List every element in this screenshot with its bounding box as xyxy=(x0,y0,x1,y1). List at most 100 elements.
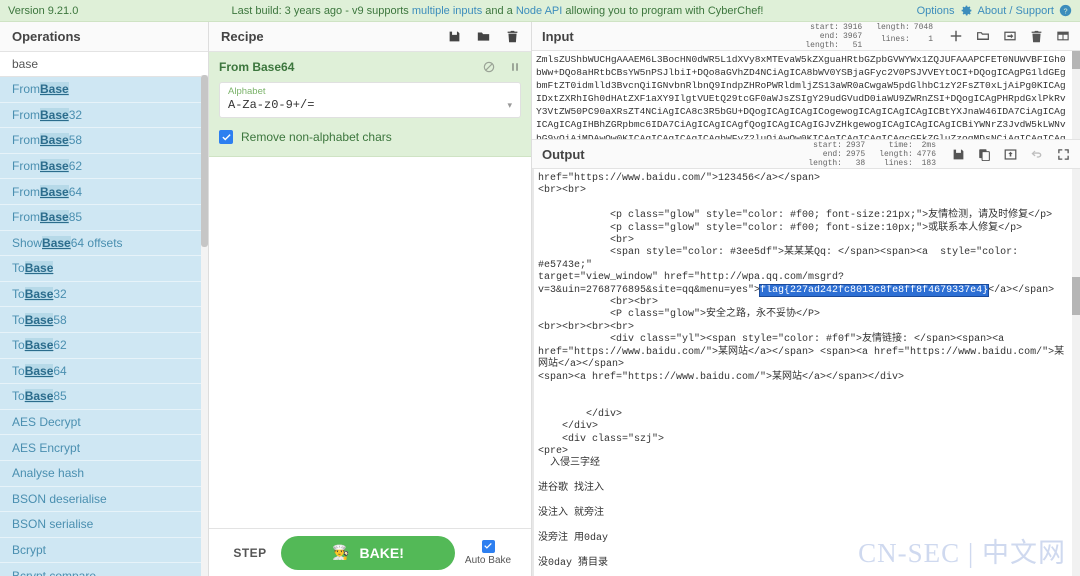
auto-bake-checkbox[interactable] xyxy=(482,540,495,553)
output-scrollbar[interactable] xyxy=(1072,169,1080,576)
auto-bake-toggle[interactable]: Auto Bake xyxy=(455,540,521,566)
operation-list-item[interactable]: To Base85 xyxy=(0,384,208,410)
input-stats: start:3916 end:3967 length:51 length:704… xyxy=(805,23,933,50)
output-stats-col2: time:2ms length:4776 lines:183 xyxy=(879,141,936,168)
operation-label-pre: To xyxy=(12,364,25,378)
operation-label-pre: AES Encrypt xyxy=(12,441,80,455)
output-length-key: length: xyxy=(808,159,842,168)
operation-label-pre: From xyxy=(12,133,40,147)
open-folder-as-input-icon[interactable] xyxy=(1003,29,1017,43)
operation-list-item[interactable]: To Base xyxy=(0,256,208,282)
operation-list-item[interactable]: AES Decrypt xyxy=(0,410,208,436)
input-scrollbar[interactable] xyxy=(1072,51,1080,139)
output-lines-key: lines: xyxy=(879,159,913,168)
output-header: Output start:2937 end:2975 length:38 tim… xyxy=(532,140,1080,169)
operation-label-match: Base xyxy=(25,313,54,327)
operation-list-item[interactable]: To Base58 xyxy=(0,307,208,333)
step-button[interactable]: STEP xyxy=(219,546,281,560)
input-header: Input start:3916 end:3967 length:51 leng… xyxy=(532,22,1080,51)
output-stats-col1: start:2937 end:2975 length:38 xyxy=(808,141,865,168)
operation-label-match: Base xyxy=(25,364,54,378)
operations-scrollbar-thumb[interactable] xyxy=(201,75,208,247)
banner-message-pre: Last build: 3 years ago - v9 supports xyxy=(231,5,411,17)
operations-title: Operations xyxy=(0,22,208,52)
gear-icon[interactable] xyxy=(960,4,973,17)
operation-list-item[interactable]: Show Base64 offsets xyxy=(0,231,208,257)
node-api-link[interactable]: Node API xyxy=(516,5,562,17)
tabs-icon[interactable] xyxy=(1056,29,1070,43)
output-scrollbar-thumb[interactable] xyxy=(1072,277,1080,315)
remove-non-alphabet-checkbox[interactable] xyxy=(219,130,233,144)
alphabet-value[interactable]: A-Za-z0-9+/= xyxy=(228,98,507,113)
output-highlight-flag[interactable]: flag{227ad242fc8013c8fe8ff8f4679337e4} xyxy=(760,285,988,296)
operation-label-match: Base xyxy=(42,236,71,250)
output-textarea[interactable]: href="https://www.baidu.com/">123456</a>… xyxy=(532,169,1080,576)
multiple-inputs-link[interactable]: multiple inputs xyxy=(412,5,482,17)
operation-label-post: 64 xyxy=(69,185,82,199)
operation-list-item[interactable]: To Base62 xyxy=(0,333,208,359)
output-time-value: 2ms xyxy=(917,141,936,150)
banner-message: Last build: 3 years ago - v9 supports mu… xyxy=(78,5,916,17)
search-input[interactable] xyxy=(0,57,208,71)
operation-list-item[interactable]: AES Encrypt xyxy=(0,435,208,461)
plus-icon[interactable] xyxy=(949,29,963,43)
operation-list-item[interactable]: Bcrypt xyxy=(0,538,208,564)
input-stats-col1: start:3916 end:3967 length:51 xyxy=(805,23,862,50)
input-length-value: 51 xyxy=(843,41,862,50)
operation-list-item[interactable]: From Base62 xyxy=(0,154,208,180)
copy-icon[interactable] xyxy=(978,148,991,161)
recipe-body: From Base64 Alphabet A-Za-z0-9+/= ▾ Remo… xyxy=(209,52,531,528)
operation-list-item[interactable]: BSON serialise xyxy=(0,512,208,538)
version-label: Version 9.21.0 xyxy=(8,5,78,17)
load-recipe-folder-icon[interactable] xyxy=(477,30,490,43)
trash-icon[interactable] xyxy=(1030,30,1043,43)
operation-list-item[interactable]: To Base32 xyxy=(0,282,208,308)
top-banner: Version 9.21.0 Last build: 3 years ago -… xyxy=(0,0,1080,22)
save-recipe-icon[interactable] xyxy=(448,30,461,43)
svg-text:?: ? xyxy=(1063,6,1067,15)
recipe-operation-from-base64[interactable]: From Base64 Alphabet A-Za-z0-9+/= ▾ Remo… xyxy=(209,52,531,157)
operation-label-pre: To xyxy=(12,389,25,403)
output-text-content[interactable]: href="https://www.baidu.com/">123456</a>… xyxy=(534,169,1080,576)
operation-list-item[interactable]: Analyse hash xyxy=(0,461,208,487)
output-start-value: 2937 xyxy=(846,141,865,150)
chevron-down-icon[interactable]: ▾ xyxy=(507,100,512,113)
save-icon[interactable] xyxy=(952,148,965,161)
input-textarea[interactable]: ZmlsZUShbWUCHgAAAEM6L3BocHN0dWR5L1dXVy8x… xyxy=(532,51,1080,140)
operation-label-pre: BSON serialise xyxy=(12,517,93,531)
input-scrollbar-thumb[interactable] xyxy=(1072,51,1080,69)
input-end-value: 3967 xyxy=(843,32,862,41)
options-link[interactable]: Options xyxy=(917,5,955,17)
operation-list-item[interactable]: BSON deserialise xyxy=(0,487,208,513)
recipe-panel: Recipe From Base64 Alphabet A-Za-z0-9+/=… xyxy=(209,22,532,576)
maximise-icon[interactable] xyxy=(1057,148,1070,161)
clear-recipe-trash-icon[interactable] xyxy=(506,30,519,43)
operation-list-item[interactable]: From Base58 xyxy=(0,128,208,154)
input-text-content[interactable]: ZmlsZUShbWUCHgAAAEM6L3BocHN0dWR5L1dXVy8x… xyxy=(532,51,1080,140)
operation-label-match: Base xyxy=(40,159,69,173)
operation-list-item[interactable]: Bcrypt compare xyxy=(0,563,208,576)
output-text-after: </a></span> <br><br> <P class="glow">安全之… xyxy=(538,285,1064,576)
folder-open-icon[interactable] xyxy=(976,29,990,43)
operation-label-pre: To xyxy=(12,313,25,327)
operation-list-item[interactable]: From Base32 xyxy=(0,103,208,129)
replace-input-icon[interactable] xyxy=(1004,148,1017,161)
operation-list-item[interactable]: To Base64 xyxy=(0,359,208,385)
question-circle-icon[interactable]: ? xyxy=(1059,4,1072,17)
bake-button[interactable]: 👨‍🍳 BAKE! xyxy=(281,536,455,570)
input-title: Input xyxy=(542,29,574,44)
about-support-link[interactable]: About / Support xyxy=(978,5,1054,17)
operation-list-item[interactable]: From Base xyxy=(0,77,208,103)
banner-message-mid: and a xyxy=(482,5,516,17)
operations-scrollbar[interactable] xyxy=(201,75,208,576)
alphabet-argument[interactable]: Alphabet A-Za-z0-9+/= ▾ xyxy=(219,82,521,118)
undo-icon[interactable] xyxy=(1030,147,1044,161)
disable-circle-slash-icon[interactable] xyxy=(483,61,495,73)
operation-list-item[interactable]: From Base64 xyxy=(0,179,208,205)
operation-list-item[interactable]: From Base85 xyxy=(0,205,208,231)
remove-non-alphabet-row[interactable]: Remove non-alphabet chars xyxy=(219,130,521,144)
output-stats: start:2937 end:2975 length:38 time:2ms l… xyxy=(808,141,936,168)
operation-label-match: Base xyxy=(40,108,69,122)
operation-label-pre: From xyxy=(12,108,40,122)
pause-breakpoint-icon[interactable] xyxy=(509,61,521,73)
